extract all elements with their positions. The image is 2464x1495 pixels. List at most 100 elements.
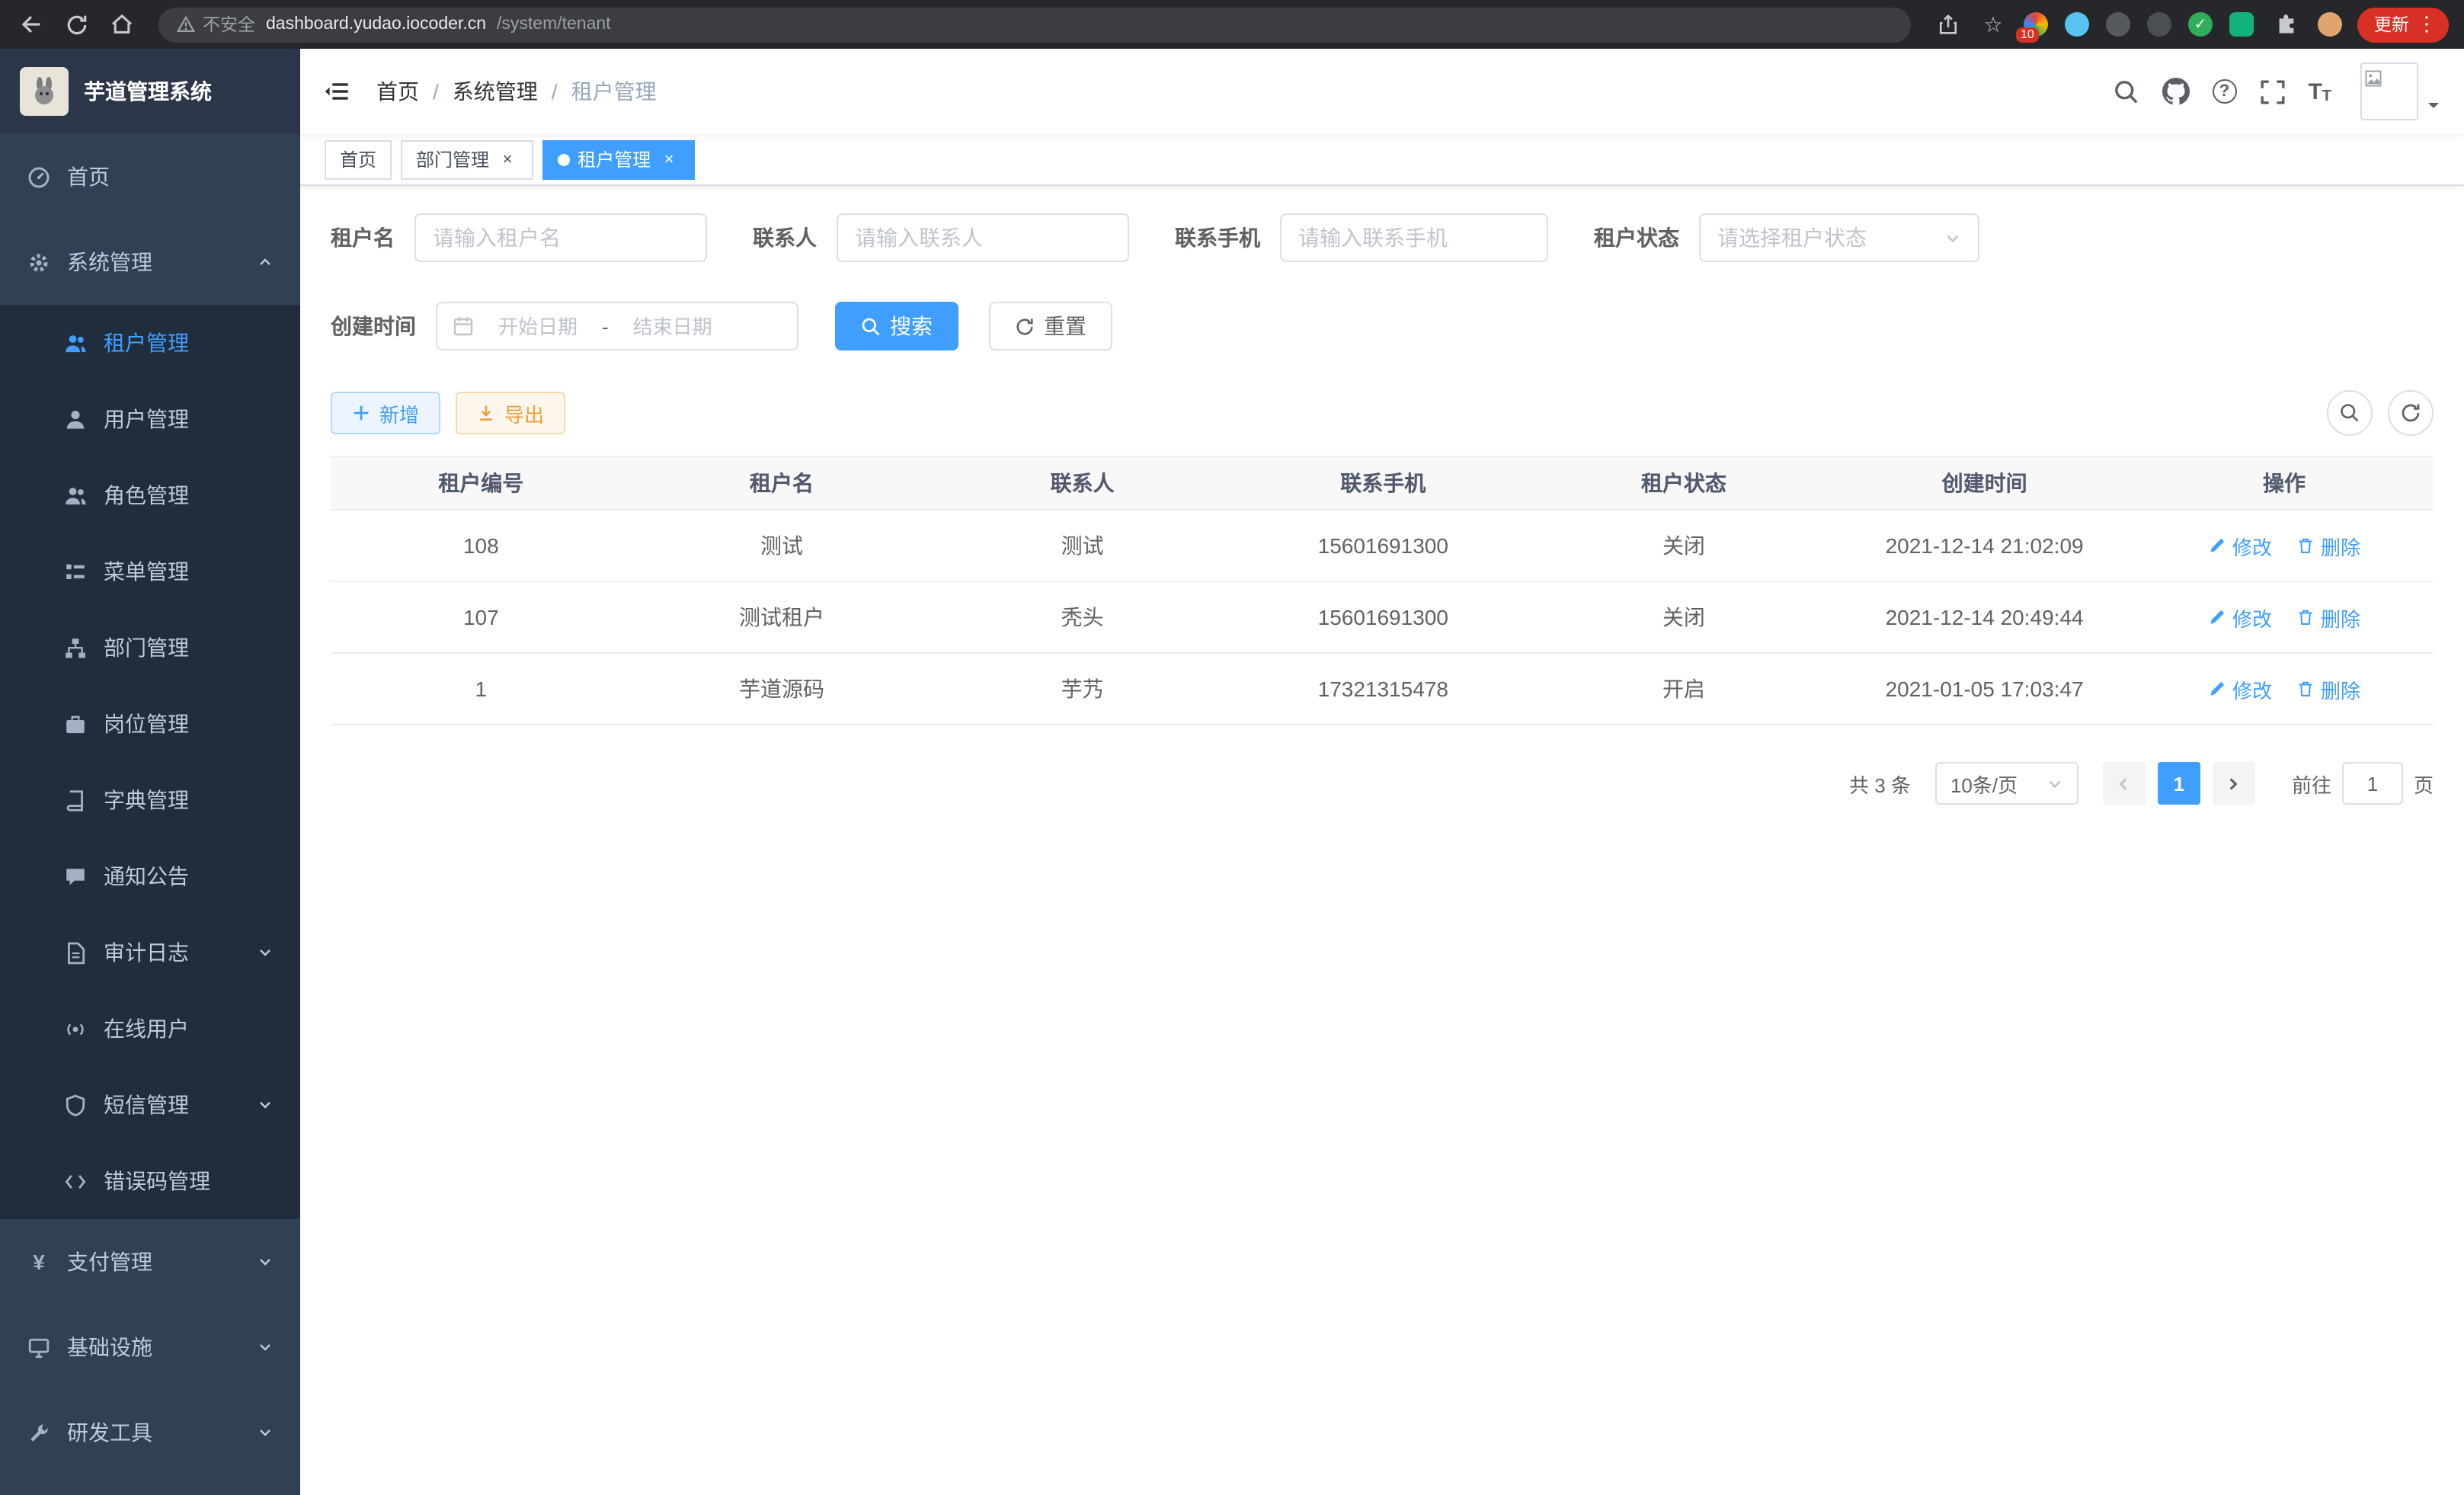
sidebar-item-online-users[interactable]: 在线用户 <box>0 991 300 1067</box>
extension-icon-2[interactable] <box>2065 12 2089 37</box>
close-icon[interactable] <box>497 149 518 170</box>
cell-actions: 修改删除 <box>2135 510 2434 581</box>
reset-button[interactable]: 重置 <box>989 302 1112 351</box>
date-end-input[interactable] <box>618 315 728 338</box>
page-size-select[interactable]: 10条/页 <box>1935 762 2078 805</box>
share-icon[interactable] <box>1932 9 1963 40</box>
tab-dept[interactable]: 部门管理 <box>401 139 533 179</box>
yen-icon <box>27 1250 50 1273</box>
app-logo[interactable]: 芋道管理系统 <box>0 49 300 134</box>
close-icon[interactable] <box>658 149 680 170</box>
delete-button[interactable]: 删除 <box>2296 674 2360 703</box>
status-label: 租户状态 <box>1594 222 1679 253</box>
sidebar-item-label: 菜单管理 <box>104 556 189 587</box>
export-button[interactable]: 导出 <box>456 392 565 434</box>
chrome-update-button[interactable]: 更新 <box>2357 7 2449 42</box>
sidebar-item-dept[interactable]: 部门管理 <box>0 610 300 686</box>
sidebar-item-error-code[interactable]: 错误码管理 <box>0 1143 300 1219</box>
extension-icon-5[interactable] <box>2188 12 2213 37</box>
sidebar-item-dict[interactable]: 字典管理 <box>0 762 300 838</box>
prev-page-button[interactable] <box>2103 762 2146 805</box>
contact-input[interactable] <box>837 213 1129 262</box>
cell-status: 开启 <box>1534 653 1835 725</box>
dashboard-icon <box>27 165 50 188</box>
font-size-icon[interactable] <box>2308 78 2331 104</box>
toggle-search-button[interactable] <box>2327 390 2373 436</box>
profile-avatar-icon[interactable] <box>2318 12 2342 37</box>
edit-button[interactable]: 修改 <box>2208 674 2272 703</box>
user-avatar-menu[interactable] <box>2360 62 2441 120</box>
sidebar-item-user[interactable]: 用户管理 <box>0 381 300 457</box>
delete-button[interactable]: 删除 <box>2296 603 2360 632</box>
sidebar-item-role[interactable]: 角色管理 <box>0 457 300 533</box>
tenant-name-input[interactable] <box>414 213 707 262</box>
tab-home[interactable]: 首页 <box>325 139 392 179</box>
cell-actions: 修改删除 <box>2135 653 2434 725</box>
address-bar[interactable]: 不安全 dashboard.yudao.iocoder.cn/system/te… <box>158 7 1911 42</box>
chevron-right-icon <box>2226 775 2242 792</box>
extension-icon-1[interactable]: 10 <box>2024 12 2048 37</box>
book-icon <box>64 789 87 812</box>
search-icon <box>861 316 881 336</box>
status-select-placeholder: 请选择租户状态 <box>1717 222 1867 253</box>
sidebar-item-home[interactable]: 首页 <box>0 134 300 219</box>
top-navbar: 首页 / 系统管理 / 租户管理 <box>300 49 2464 134</box>
refresh-table-button[interactable] <box>2388 390 2434 436</box>
sidebar-item-audit-log[interactable]: 审计日志 <box>0 914 300 991</box>
goto-page-input[interactable] <box>2342 762 2403 805</box>
tab-tenant[interactable]: 租户管理 <box>542 139 695 179</box>
phone-input[interactable] <box>1280 213 1548 262</box>
date-range-picker[interactable]: - <box>436 302 798 351</box>
edit-button[interactable]: 修改 <box>2208 603 2272 632</box>
filter-row-2: 创建时间 - 搜索 <box>331 302 2434 351</box>
bookmark-star-icon[interactable] <box>1978 9 2008 40</box>
breadcrumb: 首页 / 系统管理 / 租户管理 <box>376 76 657 107</box>
next-page-button[interactable] <box>2213 762 2255 805</box>
cell-status: 关闭 <box>1534 581 1835 653</box>
sidebar-item-tenant[interactable]: 租户管理 <box>0 305 300 381</box>
home-icon[interactable] <box>107 9 137 40</box>
extensions-puzzle-icon[interactable] <box>2270 9 2301 40</box>
sidebar-item-label: 部门管理 <box>104 632 189 663</box>
date-start-input[interactable] <box>483 315 593 338</box>
help-icon[interactable] <box>2212 79 2236 104</box>
back-icon[interactable] <box>15 9 46 40</box>
breadcrumb-current: 租户管理 <box>571 76 657 107</box>
search-button[interactable]: 搜索 <box>835 302 958 351</box>
sidebar-item-label: 租户管理 <box>104 328 189 358</box>
sidebar-item-system[interactable]: 系统管理 <box>0 219 300 305</box>
extension-icon-3[interactable] <box>2106 12 2130 37</box>
phone-label: 联系手机 <box>1175 222 1260 253</box>
sidebar-item-post[interactable]: 岗位管理 <box>0 686 300 762</box>
edit-pencil-icon <box>2208 608 2226 626</box>
reload-icon[interactable] <box>61 9 91 40</box>
sidebar-item-infra[interactable]: 基础设施 <box>0 1305 300 1390</box>
extension-icon-6[interactable] <box>2229 12 2254 37</box>
sidebar-item-label: 通知公告 <box>104 861 189 892</box>
edit-pencil-icon <box>2208 680 2226 698</box>
breadcrumb-system[interactable]: 系统管理 <box>453 76 538 107</box>
sidebar-item-menu[interactable]: 菜单管理 <box>0 533 300 610</box>
wrench-icon <box>27 1421 50 1444</box>
sidebar-item-notice[interactable]: 通知公告 <box>0 838 300 914</box>
security-warning[interactable]: 不安全 <box>177 12 255 37</box>
page-size-value: 10条/页 <box>1950 769 2018 798</box>
breadcrumb-home[interactable]: 首页 <box>376 76 419 107</box>
sidebar-collapse-icon[interactable] <box>323 78 350 105</box>
update-label: 更新 <box>2374 12 2409 37</box>
edit-button[interactable]: 修改 <box>2208 531 2272 560</box>
delete-button[interactable]: 删除 <box>2296 531 2360 560</box>
add-button[interactable]: 新增 <box>331 392 440 434</box>
goto-label: 前往 <box>2292 769 2331 798</box>
sidebar-item-payment[interactable]: 支付管理 <box>0 1219 300 1305</box>
github-icon[interactable] <box>2162 78 2189 105</box>
cell-contact: 秃头 <box>932 581 1233 653</box>
sidebar-item-sms[interactable]: 短信管理 <box>0 1067 300 1143</box>
extension-icon-4[interactable] <box>2147 12 2171 37</box>
create-time-label: 创建时间 <box>331 311 416 341</box>
fullscreen-icon[interactable] <box>2259 78 2285 104</box>
search-icon[interactable] <box>2113 78 2139 104</box>
sidebar-item-dev-tools[interactable]: 研发工具 <box>0 1390 300 1475</box>
page-number-1[interactable]: 1 <box>2158 762 2200 805</box>
status-select[interactable]: 请选择租户状态 <box>1699 213 1979 262</box>
